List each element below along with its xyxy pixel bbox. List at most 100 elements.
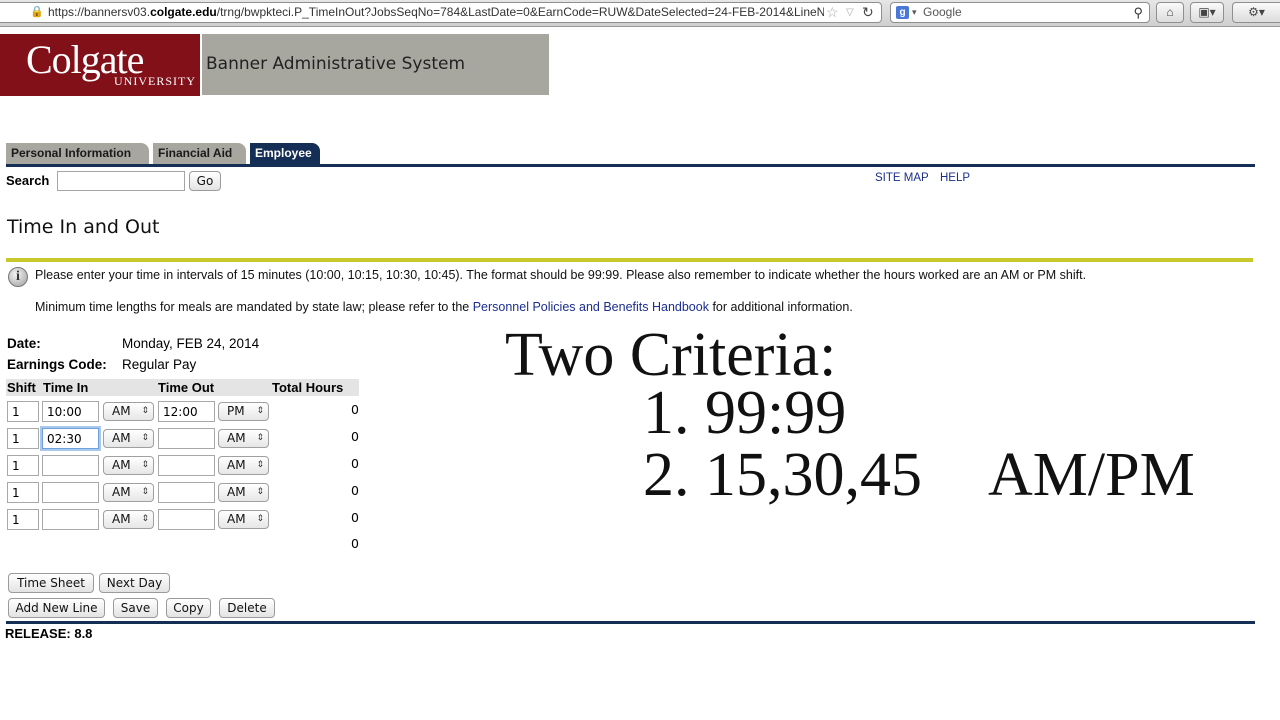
time-sheet-button[interactable]: Time Sheet (8, 573, 94, 593)
time-in-ampm-select[interactable]: AM ⇕ (103, 510, 154, 529)
time-out-input[interactable] (158, 455, 215, 476)
meal-info-pre: Minimum time lengths for meals are manda… (35, 300, 473, 314)
time-in-input[interactable] (42, 482, 99, 503)
ampm-value: AM (227, 512, 246, 526)
time-in-input[interactable] (42, 509, 99, 530)
ampm-value: AM (112, 485, 131, 499)
history-dropdown-icon[interactable]: ▽ (846, 3, 854, 22)
select-arrows-icon: ⇕ (141, 514, 149, 524)
home-icon: ⌂ (1166, 5, 1174, 19)
time-out-input[interactable] (158, 509, 215, 530)
col-shift: Shift (7, 380, 36, 395)
go-button[interactable]: Go (189, 171, 221, 191)
tab-personal-information[interactable]: Personal Information (6, 143, 149, 164)
ampm-value: AM (227, 431, 246, 445)
address-bar[interactable]: 🔒 https://bannersv03.colgate.edu/trng/bw… (0, 2, 882, 23)
shift-input[interactable] (7, 428, 39, 449)
time-in-ampm-select[interactable]: AM ⇕ (103, 483, 154, 502)
system-title: Banner Administrative System (202, 34, 549, 95)
time-out-input[interactable] (158, 401, 215, 422)
tab-rule (6, 164, 1255, 167)
search-icon[interactable]: ⚲ (1133, 3, 1143, 22)
handbook-link[interactable]: Personnel Policies and Benefits Handbook (473, 300, 709, 314)
url-text[interactable]: https://bannersv03.colgate.edu/trng/bwpk… (48, 3, 824, 22)
select-arrows-icon: ⇕ (141, 433, 149, 443)
meal-info-post: for additional information. (708, 300, 853, 314)
puzzle-icon: ⚙▾ (1248, 5, 1265, 19)
colgate-logo: Colgate UNIVERSITY (0, 34, 200, 96)
google-engine-icon[interactable]: g (896, 6, 909, 19)
release-label: RELEASE: 8.8 (5, 626, 93, 641)
tab-financial-aid[interactable]: Financial Aid (153, 143, 246, 164)
time-in-input[interactable] (42, 401, 99, 422)
next-day-button[interactable]: Next Day (99, 573, 170, 593)
overlay-item-1: 1. 99:99 (643, 379, 847, 447)
time-in-ampm-select[interactable]: AM ⇕ (103, 402, 154, 421)
ampm-value: AM (112, 458, 131, 472)
meal-info-text: Minimum time lengths for meals are manda… (35, 300, 853, 314)
select-arrows-icon: ⇕ (256, 460, 264, 470)
shift-input[interactable] (7, 509, 39, 530)
col-total-hours: Total Hours (272, 380, 344, 395)
search-label: Search (6, 173, 50, 188)
delete-button[interactable]: Delete (219, 598, 275, 618)
time-out-ampm-select[interactable]: AM ⇕ (218, 429, 269, 448)
shift-input[interactable] (7, 482, 39, 503)
time-in-ampm-select[interactable]: AM ⇕ (103, 456, 154, 475)
engine-dropdown-icon[interactable]: ▾ (912, 3, 917, 22)
select-arrows-icon: ⇕ (256, 514, 264, 524)
row-total: 0 (351, 429, 359, 444)
bookmark-star-icon[interactable]: ☆ (826, 3, 839, 22)
date-label: Date: (7, 336, 41, 351)
save-button[interactable]: Save (113, 598, 158, 618)
home-button[interactable]: ⌂ (1156, 2, 1184, 23)
search-engine-placeholder: Google (923, 5, 962, 19)
overlay-item-2: 2. 15,30,45 (643, 441, 922, 509)
row-total: 0 (351, 510, 359, 525)
search-input[interactable] (57, 171, 185, 191)
select-arrows-icon: ⇕ (256, 487, 264, 497)
title-rule (6, 258, 1253, 262)
page-title: Time In and Out (7, 216, 160, 238)
row-total: 0 (351, 402, 359, 417)
ampm-value: AM (112, 431, 131, 445)
time-out-input[interactable] (158, 428, 215, 449)
col-time-out: Time Out (158, 380, 215, 395)
footer-rule (6, 621, 1255, 624)
info-text: Please enter your time in intervals of 1… (35, 268, 1087, 282)
reload-icon[interactable]: ↻ (862, 3, 874, 22)
ampm-value: AM (227, 485, 246, 499)
lock-icon: 🔒 (30, 6, 44, 18)
ampm-value: AM (227, 458, 246, 472)
time-out-ampm-select[interactable]: PM ⇕ (218, 402, 269, 421)
grand-total: 0 (351, 536, 359, 551)
col-time-in: Time In (43, 380, 89, 395)
extension-icon: ▣▾ (1198, 5, 1216, 19)
overlay-ampm: AM/PM (988, 441, 1195, 509)
row-total: 0 (351, 456, 359, 471)
browser-search-box[interactable]: g ▾ Google ⚲ (890, 2, 1150, 23)
time-in-input[interactable] (42, 455, 99, 476)
time-out-ampm-select[interactable]: AM ⇕ (218, 456, 269, 475)
time-out-ampm-select[interactable]: AM ⇕ (218, 483, 269, 502)
copy-button[interactable]: Copy (166, 598, 211, 618)
addons-menu-button[interactable]: ⚙▾ (1232, 2, 1280, 23)
time-in-ampm-select[interactable]: AM ⇕ (103, 429, 154, 448)
row-total: 0 (351, 483, 359, 498)
shift-input[interactable] (7, 401, 39, 422)
ampm-value: AM (112, 512, 131, 526)
info-icon: i (8, 267, 28, 287)
tab-employee[interactable]: Employee (250, 143, 320, 164)
logo-university: UNIVERSITY (114, 74, 196, 88)
time-in-input[interactable] (42, 428, 99, 449)
select-arrows-icon: ⇕ (256, 406, 264, 416)
shift-input[interactable] (7, 455, 39, 476)
help-link[interactable]: HELP (940, 172, 970, 184)
ampm-value: PM (227, 404, 245, 418)
site-map-link[interactable]: SITE MAP (875, 172, 929, 184)
date-value: Monday, FEB 24, 2014 (122, 336, 260, 351)
time-out-input[interactable] (158, 482, 215, 503)
extension-menu-button[interactable]: ▣▾ (1190, 2, 1224, 23)
time-out-ampm-select[interactable]: AM ⇕ (218, 510, 269, 529)
add-new-line-button[interactable]: Add New Line (8, 598, 105, 618)
